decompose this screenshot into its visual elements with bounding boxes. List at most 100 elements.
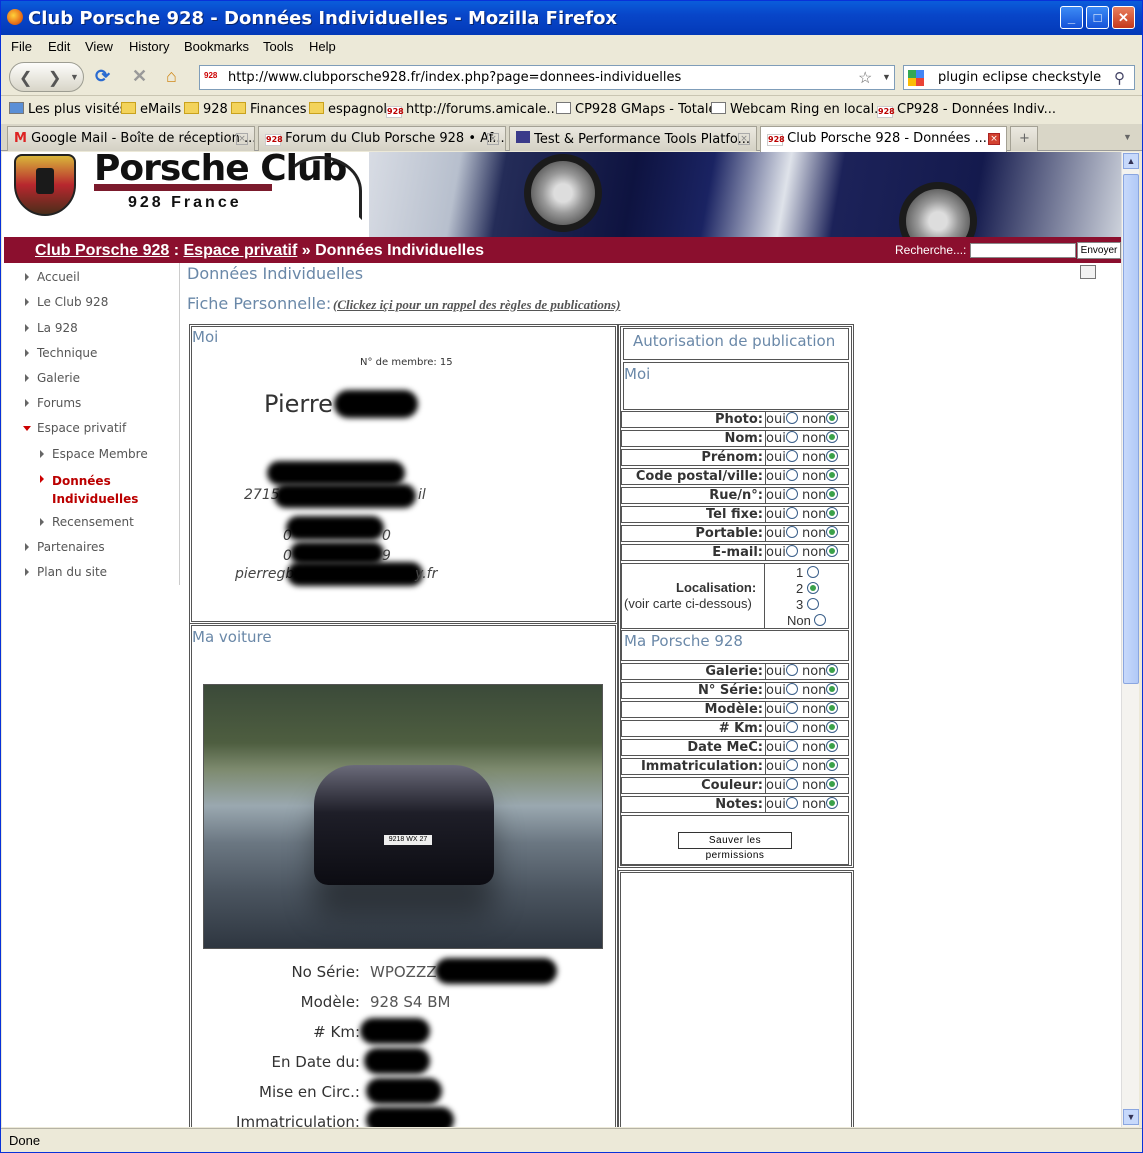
radio-oui[interactable] xyxy=(785,683,798,695)
radio-oui[interactable] xyxy=(785,759,798,771)
save-permissions-button[interactable]: Sauver les permissions xyxy=(678,832,792,861)
minimize-button[interactable]: _ xyxy=(1060,6,1083,29)
sidebar-item-galerie[interactable]: Galerie xyxy=(25,371,80,385)
radio-oui[interactable] xyxy=(785,488,798,500)
search-icon[interactable]: ⚲ xyxy=(1114,69,1125,87)
radio-oui[interactable] xyxy=(785,740,798,752)
radio-oui[interactable] xyxy=(785,469,798,481)
menu-edit[interactable]: Edit xyxy=(48,39,70,54)
bookmark-cp928-donnees[interactable]: 928 CP928 - Données Indiv... xyxy=(877,102,1056,118)
sidebar-item-la-928[interactable]: La 928 xyxy=(25,321,78,335)
sidebar-item-accueil[interactable]: Accueil xyxy=(25,270,80,284)
tab-close-icon[interactable]: × xyxy=(487,133,499,145)
tab-close-icon[interactable]: × xyxy=(236,133,248,145)
radio-loc-2[interactable] xyxy=(806,582,819,594)
tab-gmail[interactable]: M Google Mail - Boîte de réception ... × xyxy=(7,126,255,151)
bookmark-most-visited[interactable]: Les plus visités xyxy=(9,102,126,117)
bookmark-gmaps[interactable]: CP928 GMaps - Totale xyxy=(556,102,716,117)
scroll-up-arrow-icon[interactable]: ▲ xyxy=(1123,153,1139,169)
radio-non[interactable] xyxy=(826,450,839,462)
radio-oui[interactable] xyxy=(785,721,798,733)
sidebar-item-donnees[interactable]: Données Individuelles xyxy=(40,472,142,508)
sidebar-item-le-club[interactable]: Le Club 928 xyxy=(25,295,108,309)
sidebar-item-plan[interactable]: Plan du site xyxy=(25,565,107,579)
radio-non[interactable] xyxy=(826,412,839,424)
radio-oui[interactable] xyxy=(785,507,798,519)
radio-non[interactable] xyxy=(826,431,839,443)
bookmark-finances[interactable]: Finances xyxy=(231,102,307,117)
tab-forum[interactable]: 928 Forum du Club Porsche 928 • Af... × xyxy=(258,126,506,151)
home-icon[interactable]: ⌂ xyxy=(166,66,177,87)
vertical-scrollbar[interactable]: ▲ ▼ xyxy=(1121,152,1139,1127)
scrollbar-thumb[interactable] xyxy=(1123,174,1139,684)
radio-non[interactable] xyxy=(826,664,839,676)
tab-close-icon[interactable]: × xyxy=(988,133,1000,145)
menu-file[interactable]: File xyxy=(11,39,32,54)
radio-non[interactable] xyxy=(826,526,839,538)
site-search-input[interactable] xyxy=(970,243,1076,258)
radio-oui[interactable] xyxy=(785,702,798,714)
google-engine-icon[interactable] xyxy=(908,70,924,86)
radio-non[interactable] xyxy=(826,740,839,752)
menu-help[interactable]: Help xyxy=(309,39,336,54)
radio-oui[interactable] xyxy=(785,431,798,443)
search-bar[interactable]: ⚲ xyxy=(903,65,1135,90)
radio-oui[interactable] xyxy=(785,545,798,557)
new-tab-button[interactable]: + xyxy=(1010,126,1038,151)
radio-oui[interactable] xyxy=(785,526,798,538)
url-dropdown-icon[interactable]: ▼ xyxy=(882,72,891,82)
radio-oui[interactable] xyxy=(785,664,798,676)
radio-non[interactable] xyxy=(826,507,839,519)
forward-arrow-icon[interactable]: ❯ xyxy=(48,68,61,88)
breadcrumb-espace-link[interactable]: Espace privatif xyxy=(184,242,298,259)
close-button[interactable]: ✕ xyxy=(1112,6,1135,29)
radio-non[interactable] xyxy=(826,797,839,809)
menu-bookmarks[interactable]: Bookmarks xyxy=(184,39,249,54)
radio-loc-3[interactable] xyxy=(806,598,819,610)
sidebar-item-partenaires[interactable]: Partenaires xyxy=(25,540,105,554)
radio-non[interactable] xyxy=(826,469,839,481)
url-input[interactable] xyxy=(228,68,838,87)
radio-oui[interactable] xyxy=(785,412,798,424)
history-dropdown-icon[interactable]: ▼ xyxy=(70,72,79,82)
sidebar-item-technique[interactable]: Technique xyxy=(25,346,97,360)
radio-non[interactable] xyxy=(826,778,839,790)
tab-list-icon[interactable]: ▼ xyxy=(1123,132,1132,142)
url-bar[interactable]: 928 ☆ ▼ xyxy=(199,65,895,90)
radio-non[interactable] xyxy=(826,702,839,714)
bookmark-forums-amicale[interactable]: 928 http://forums.amicale... xyxy=(386,102,559,118)
stop-icon[interactable]: ✕ xyxy=(132,66,147,87)
reload-icon[interactable]: ⟳ xyxy=(95,66,110,87)
radio-oui[interactable] xyxy=(785,450,798,462)
radio-loc-non[interactable] xyxy=(814,614,827,626)
tab-close-icon[interactable]: × xyxy=(738,133,750,145)
radio-oui[interactable] xyxy=(785,778,798,790)
envoyer-button[interactable]: Envoyer xyxy=(1077,242,1121,259)
bookmark-emails[interactable]: eMails xyxy=(121,102,181,117)
sidebar-item-espace-membre[interactable]: Espace Membre xyxy=(40,447,148,461)
menu-view[interactable]: View xyxy=(85,39,113,54)
tab-tptp[interactable]: Test & Performance Tools Platfo... × xyxy=(509,126,757,151)
menu-history[interactable]: History xyxy=(129,39,169,54)
tab-club-porsche[interactable]: 928 Club Porsche 928 - Données ... × xyxy=(760,126,1007,152)
scroll-down-arrow-icon[interactable]: ▼ xyxy=(1123,1109,1139,1125)
search-input[interactable] xyxy=(938,68,1108,87)
sidebar-item-recensement[interactable]: Recensement xyxy=(40,515,134,529)
radio-loc-1[interactable] xyxy=(806,566,819,578)
sidebar-item-espace-privatif[interactable]: Espace privatif xyxy=(23,421,126,435)
printer-icon[interactable] xyxy=(1080,265,1096,279)
bookmark-star-icon[interactable]: ☆ xyxy=(858,68,872,88)
menu-tools[interactable]: Tools xyxy=(263,39,293,54)
maximize-button[interactable]: □ xyxy=(1086,6,1109,29)
radio-non[interactable] xyxy=(826,759,839,771)
rules-link[interactable]: (Clickez içi pour un rappel des règles d… xyxy=(333,297,620,313)
back-arrow-icon[interactable]: ❮ xyxy=(19,68,32,88)
bookmark-928[interactable]: 928 xyxy=(184,102,228,117)
radio-non[interactable] xyxy=(826,488,839,500)
radio-non[interactable] xyxy=(826,721,839,733)
radio-non[interactable] xyxy=(826,545,839,557)
bookmark-webcam[interactable]: Webcam Ring en local... xyxy=(711,102,887,117)
breadcrumb-home-link[interactable]: Club Porsche 928 xyxy=(35,242,169,259)
radio-oui[interactable] xyxy=(785,797,798,809)
bookmark-espagnol[interactable]: espagnol xyxy=(309,102,387,117)
